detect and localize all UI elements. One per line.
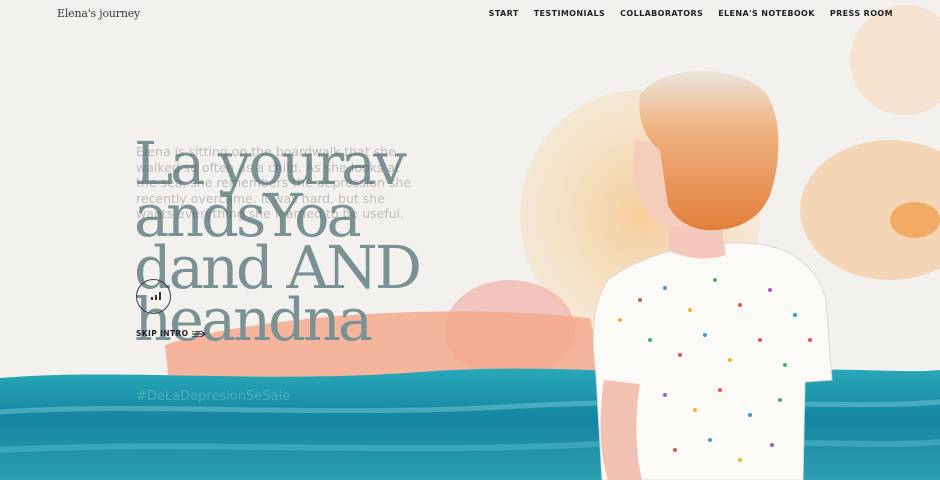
sound-toggle-button[interactable] bbox=[136, 279, 171, 314]
arrow-right-icon bbox=[192, 330, 207, 337]
skip-intro-button[interactable]: SKIP INTRO bbox=[136, 329, 207, 338]
sound-bars-icon bbox=[159, 292, 161, 300]
site-logo[interactable]: Elena's journey bbox=[57, 7, 140, 20]
nav-testimonials[interactable]: TESTIMONIALS bbox=[534, 9, 605, 18]
orange-spot bbox=[890, 202, 940, 238]
sound-bars-icon bbox=[151, 297, 153, 300]
nav-start[interactable]: START bbox=[489, 9, 519, 18]
arm bbox=[600, 380, 642, 480]
peach-cloud bbox=[850, 5, 940, 115]
nav-elenas-notebook[interactable]: ELENA'S NOTEBOOK bbox=[718, 9, 815, 18]
hashtag-text: #DeLaDepresionSeSale bbox=[136, 389, 291, 404]
hero-intro-text: Elena is sitting on the boardwalk that s… bbox=[136, 144, 412, 221]
main-nav: START TESTIMONIALS COLLABORATORS ELENA'S… bbox=[489, 9, 893, 18]
sound-bars-icon bbox=[155, 295, 157, 300]
skip-intro-label: SKIP INTRO bbox=[136, 329, 189, 338]
nav-press-room[interactable]: PRESS ROOM bbox=[830, 9, 893, 18]
nav-collaborators[interactable]: COLLABORATORS bbox=[620, 9, 703, 18]
